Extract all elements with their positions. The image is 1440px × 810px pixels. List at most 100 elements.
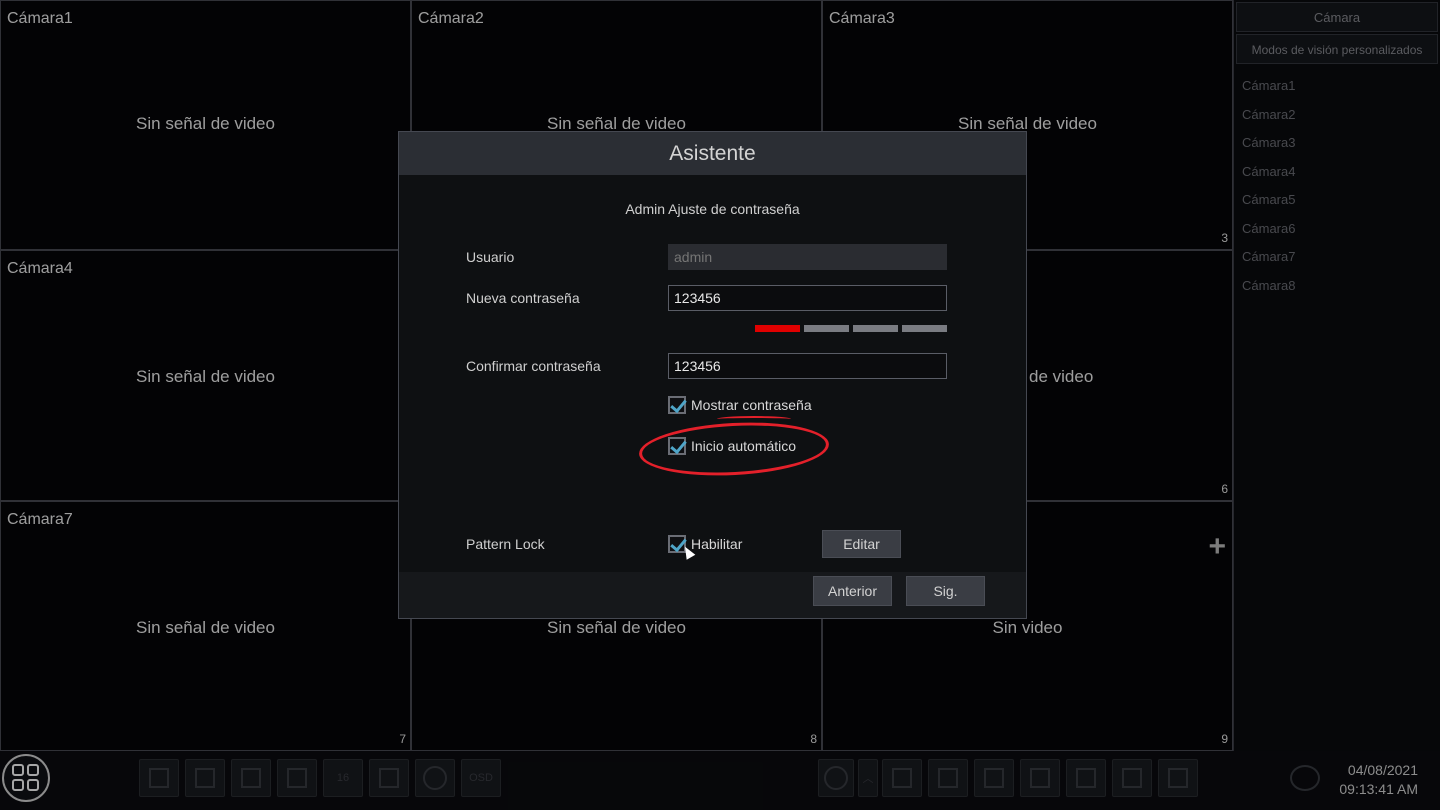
network-button[interactable] <box>1066 759 1106 797</box>
device-button[interactable] <box>1112 759 1152 797</box>
layout-1-button[interactable] <box>185 759 225 797</box>
play-icon <box>824 766 848 790</box>
date-text: 04/08/2021 <box>1347 762 1418 778</box>
pattern-lock-label: Pattern Lock <box>466 536 545 552</box>
network-icon <box>1076 768 1096 788</box>
camera-name: Cámara7 <box>7 511 73 528</box>
sequence-icon <box>379 768 399 788</box>
camera-cell-4[interactable]: Cámara4 Sin señal de video <box>0 250 411 501</box>
camera-list: Cámara1 Cámara2 Cámara3 Cámara4 Cámara5 … <box>1234 72 1440 300</box>
channel-number: 7 <box>399 732 406 746</box>
no-signal-text: Sin señal de video <box>136 114 275 133</box>
bottom-toolbar: 16 OSD ︿ 04/08/2021 09:13:41 AM <box>0 751 1440 810</box>
grid-quad-icon <box>27 779 39 791</box>
fullscreen-button[interactable] <box>139 759 179 797</box>
time-text: 09:13:41 AM <box>1339 781 1418 797</box>
layout-4-icon <box>241 768 261 788</box>
enable-label: Habilitar <box>691 536 743 552</box>
list-item[interactable]: Cámara7 <box>1234 243 1440 272</box>
clock: 04/08/2021 09:13:41 AM <box>1339 761 1418 799</box>
layout-9-button[interactable] <box>277 759 317 797</box>
checkbox-checked-icon <box>668 396 686 414</box>
password-strength-meter <box>755 325 947 332</box>
cloud-icon[interactable] <box>1290 765 1320 791</box>
refresh-icon <box>423 766 447 790</box>
camera-name: Cámara4 <box>7 260 73 277</box>
layout-9-icon <box>287 768 307 788</box>
layout-4-button[interactable] <box>231 759 271 797</box>
dialog-subtitle: Admin Ajuste de contraseña <box>625 201 800 217</box>
tab-camera[interactable]: Cámara <box>1236 2 1438 32</box>
wizard-dialog: Asistente Admin Ajuste de contraseña Usu… <box>398 131 1027 619</box>
camera-cell-1[interactable]: Cámara1 Sin señal de video <box>0 0 411 250</box>
camera-record-icon <box>892 768 912 788</box>
no-signal-text: Sin señal de video <box>547 618 686 637</box>
confirm-password-label: Confirmar contraseña <box>466 358 601 374</box>
grid-quad-icon <box>27 764 39 776</box>
confirm-password-field[interactable] <box>668 353 947 379</box>
no-signal-text: Sin video <box>992 618 1063 637</box>
storage-icon <box>1030 768 1050 788</box>
camera-side-panel: Cámara Modos de visión personalizados Cá… <box>1233 0 1440 751</box>
camera-name: Cámara3 <box>829 10 895 27</box>
annotation-underline <box>717 416 791 422</box>
list-item[interactable]: Cámara5 <box>1234 186 1440 215</box>
previous-button[interactable]: Anterior <box>813 576 892 606</box>
strength-segment <box>853 325 898 332</box>
list-item[interactable]: Cámara1 <box>1234 72 1440 101</box>
list-item[interactable]: Cámara8 <box>1234 272 1440 301</box>
strength-segment <box>902 325 947 332</box>
playback-button[interactable] <box>818 759 854 797</box>
video-camera-button[interactable] <box>974 759 1014 797</box>
no-signal-text: Sin señal de video <box>136 618 275 637</box>
record-button[interactable] <box>882 759 922 797</box>
grid-quad-icon <box>12 764 24 776</box>
list-item[interactable]: Cámara3 <box>1234 129 1440 158</box>
display-icon <box>1168 768 1188 788</box>
channel-number: 9 <box>1221 732 1228 746</box>
show-password-checkbox[interactable]: Mostrar contraseña <box>668 396 812 414</box>
expand-button[interactable]: ︿ <box>858 759 878 797</box>
camera-cell-7[interactable]: Cámara7 Sin señal de video 7 <box>0 501 411 751</box>
layout-16-button[interactable]: 16 <box>323 759 363 797</box>
fullscreen-icon <box>149 768 169 788</box>
list-item[interactable]: Cámara6 <box>1234 215 1440 244</box>
face-button[interactable] <box>928 759 968 797</box>
list-item[interactable]: Cámara4 <box>1234 158 1440 187</box>
edit-button[interactable]: Editar <box>822 530 901 558</box>
tab-custom-views[interactable]: Modos de visión personalizados <box>1236 34 1438 64</box>
dialog-footer: Anterior Sig. <box>399 572 1026 618</box>
start-menu-button[interactable] <box>2 754 50 802</box>
camera-name: Cámara2 <box>418 10 484 27</box>
show-password-label: Mostrar contraseña <box>691 397 812 413</box>
chevron-up-icon: ︿ <box>862 773 874 785</box>
osd-label: OSD <box>469 772 493 784</box>
no-signal-text: de video <box>1029 367 1094 386</box>
no-signal-text: Sin señal de video <box>136 367 275 386</box>
sequence-button[interactable] <box>369 759 409 797</box>
channel-number: 3 <box>1221 231 1228 245</box>
dialog-title: Asistente <box>399 132 1026 175</box>
device-icon <box>1122 768 1142 788</box>
user-field <box>668 244 947 270</box>
new-password-field[interactable] <box>668 285 947 311</box>
face-icon <box>938 768 958 788</box>
channel-number: 6 <box>1221 482 1228 496</box>
next-button[interactable]: Sig. <box>906 576 985 606</box>
strength-segment <box>755 325 800 332</box>
strength-segment <box>804 325 849 332</box>
storage-button[interactable] <box>1020 759 1060 797</box>
new-password-label: Nueva contraseña <box>466 290 580 306</box>
display-button[interactable] <box>1158 759 1198 797</box>
camera-name: Cámara1 <box>7 10 73 27</box>
layout-1-icon <box>195 768 215 788</box>
channel-number: 8 <box>810 732 817 746</box>
list-item[interactable]: Cámara2 <box>1234 101 1440 130</box>
enable-pattern-checkbox[interactable]: Habilitar <box>668 535 742 553</box>
refresh-button[interactable] <box>415 759 455 797</box>
user-label: Usuario <box>466 249 515 265</box>
grid-quad-icon <box>12 779 24 791</box>
plus-icon[interactable]: + <box>1208 532 1226 562</box>
layout-16-label: 16 <box>336 772 350 784</box>
osd-button[interactable]: OSD <box>461 759 501 797</box>
